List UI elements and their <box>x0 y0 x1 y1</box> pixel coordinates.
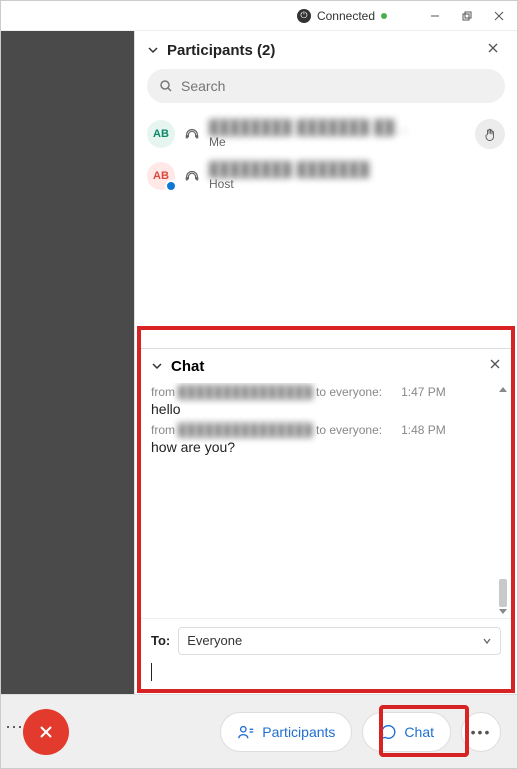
side-panel: Participants (2) AB ████████ ███████ ██…… <box>134 31 517 695</box>
chevron-down-icon <box>482 636 492 646</box>
text-caret <box>151 663 152 681</box>
titlebar: ⏻ Connected <box>1 1 517 31</box>
participant-name-area: ████████ ███████ Host <box>209 161 370 191</box>
online-dot-icon <box>381 13 387 19</box>
search-icon <box>159 79 173 93</box>
participants-search[interactable] <box>147 69 505 103</box>
video-area <box>1 31 134 695</box>
chat-messages: from ███████████████ to everyone: 1:47 P… <box>141 383 511 618</box>
raise-hand-button[interactable] <box>475 119 505 149</box>
message-text: hello <box>151 401 501 417</box>
overflow-left-icon[interactable]: ⋯ <box>5 717 23 738</box>
chat-close-button[interactable] <box>489 357 501 375</box>
chat-to-label: To: <box>151 633 170 648</box>
message-time: 1:48 PM <box>401 423 446 437</box>
chat-scrollbar[interactable] <box>495 387 511 614</box>
participants-close-button[interactable] <box>487 41 505 59</box>
participant-sublabel: Host <box>209 177 370 191</box>
participants-list: AB ████████ ███████ ██… Me AB <box>135 113 517 197</box>
scroll-down-icon[interactable] <box>499 609 507 614</box>
headset-icon <box>183 125 201 143</box>
scroll-thumb[interactable] <box>499 579 507 607</box>
window-minimize-button[interactable] <box>421 5 449 27</box>
participant-name: ████████ ███████ <box>209 161 370 177</box>
host-badge-icon <box>165 180 177 192</box>
chat-input[interactable] <box>141 661 511 689</box>
scroll-up-icon[interactable] <box>499 387 507 392</box>
chat-to-value: Everyone <box>187 633 242 648</box>
participant-row[interactable]: AB ████████ ███████ Host <box>147 155 505 197</box>
participant-row[interactable]: AB ████████ ███████ ██… Me <box>147 113 505 155</box>
participants-button[interactable]: Participants <box>220 712 352 752</box>
work-area: Participants (2) AB ████████ ███████ ██…… <box>1 31 517 695</box>
participants-icon <box>237 723 255 741</box>
chat-button[interactable]: Chat <box>362 712 451 752</box>
more-icon: ••• <box>471 724 492 740</box>
chat-to-row: To: Everyone <box>141 618 511 661</box>
bottom-toolbar: ⋯ Participants Chat ••• <box>1 694 517 768</box>
participant-name: ████████ ███████ ██… <box>209 119 409 135</box>
participants-header: Participants (2) <box>135 31 517 67</box>
chat-panel: Chat from ███████████████ to everyone: 1… <box>137 326 515 693</box>
connection-status: ⏻ Connected <box>297 9 387 23</box>
participants-title: Participants (2) <box>167 42 275 59</box>
chevron-down-icon[interactable] <box>151 360 163 372</box>
more-button[interactable]: ••• <box>461 712 501 752</box>
close-icon <box>38 724 54 740</box>
message-text: how are you? <box>151 439 501 455</box>
hand-icon <box>483 127 498 142</box>
avatar: AB <box>147 120 175 148</box>
chat-icon <box>379 723 397 741</box>
window-close-button[interactable] <box>485 5 513 27</box>
message-meta: from ███████████████ to everyone: 1:47 P… <box>151 385 501 399</box>
connection-icon: ⏻ <box>297 9 311 23</box>
chat-to-select[interactable]: Everyone <box>178 627 501 655</box>
message-sender: ███████████████ <box>178 385 313 399</box>
chat-title: Chat <box>171 358 204 375</box>
participants-button-label: Participants <box>262 724 335 740</box>
message-time: 1:47 PM <box>401 385 446 399</box>
chat-header: Chat <box>141 349 511 383</box>
headset-icon <box>183 167 201 185</box>
chevron-down-icon[interactable] <box>147 44 159 56</box>
chat-button-label: Chat <box>404 724 434 740</box>
search-input[interactable] <box>181 78 493 94</box>
end-call-button[interactable] <box>23 709 69 755</box>
connection-label: Connected <box>317 9 375 23</box>
window-restore-button[interactable] <box>453 5 481 27</box>
message-meta: from ███████████████ to everyone: 1:48 P… <box>151 423 501 437</box>
message-sender: ███████████████ <box>178 423 313 437</box>
app-window: ⏻ Connected Participants (2) <box>0 0 518 769</box>
avatar: AB <box>147 162 175 190</box>
participant-sublabel: Me <box>209 135 409 149</box>
participant-name-area: ████████ ███████ ██… Me <box>209 119 409 149</box>
